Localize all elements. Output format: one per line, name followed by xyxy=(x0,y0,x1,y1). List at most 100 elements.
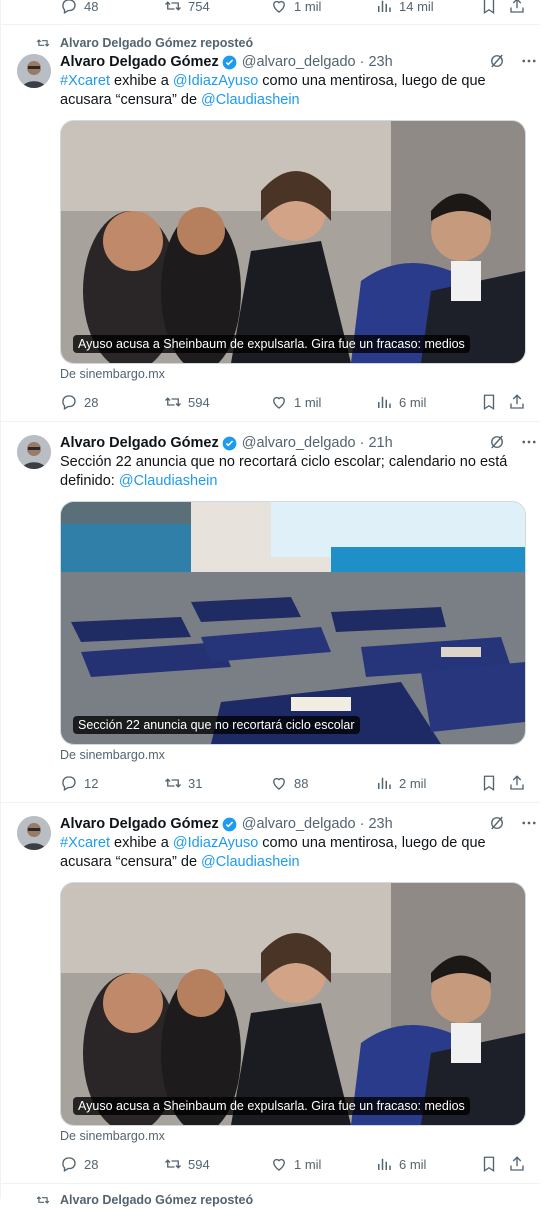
bookmark-button[interactable] xyxy=(480,392,498,412)
repost-icon xyxy=(165,1,181,11)
avatar[interactable] xyxy=(17,54,51,88)
scroll-rail[interactable] xyxy=(540,0,552,1199)
hashtag-link[interactable]: #Xcaret xyxy=(60,73,110,89)
card-source[interactable]: De sinembargo.mx xyxy=(60,367,165,381)
mention-link[interactable]: @IdiazAyuso xyxy=(173,73,258,89)
grok-icon[interactable] xyxy=(488,814,506,832)
bookmark-button[interactable] xyxy=(480,0,498,16)
mention-link[interactable]: @Claudiashein xyxy=(201,92,300,108)
like-button[interactable]: 1 mil xyxy=(270,1154,321,1174)
tweet-header: Alvaro Delgado Gómez @alvaro_delgado · 2… xyxy=(60,433,538,453)
author-handle[interactable]: @alvaro_delgado xyxy=(242,435,356,451)
repost-indicator: Alvaro Delgado Gómez reposteó xyxy=(36,1191,253,1209)
reply-button[interactable]: 28 xyxy=(60,392,98,412)
link-card[interactable]: Ayuso acusa a Sheinbaum de expulsarla. G… xyxy=(60,882,526,1126)
like-button[interactable]: 1 mil xyxy=(270,0,321,16)
author-name[interactable]: Alvaro Delgado Gómez xyxy=(60,435,219,451)
reply-icon xyxy=(62,1157,76,1172)
like-button[interactable]: 88 xyxy=(270,773,308,793)
tweet-text: Sección 22 anuncia que no recortará cicl… xyxy=(60,454,508,489)
views-count: 6 mil xyxy=(399,1156,427,1172)
mention-link[interactable]: @Claudiashein xyxy=(119,473,218,489)
bookmark-button[interactable] xyxy=(480,773,498,793)
grok-icon[interactable] xyxy=(488,433,506,451)
author-handle[interactable]: @alvaro_delgado xyxy=(242,816,356,832)
repost-count: 594 xyxy=(188,1156,210,1172)
author-handle[interactable]: @alvaro_delgado xyxy=(242,54,356,70)
views-icon xyxy=(378,1158,391,1170)
views-count: 2 mil xyxy=(399,775,427,791)
share-button[interactable] xyxy=(508,392,526,412)
reply-count: 28 xyxy=(84,1156,99,1172)
share-button[interactable] xyxy=(508,1154,526,1174)
verified-badge-icon xyxy=(222,817,237,831)
divider xyxy=(0,802,540,803)
views-count: 14 mil xyxy=(399,0,434,14)
card-caption: Ayuso acusa a Sheinbaum de expulsarla. G… xyxy=(73,1097,470,1115)
repost-icon xyxy=(36,1196,50,1204)
like-button[interactable]: 1 mil xyxy=(270,392,321,412)
reply-icon xyxy=(62,395,76,410)
tweet-actions: 12 31 88 2 mil xyxy=(60,773,526,793)
repost-label[interactable]: Alvaro Delgado Gómez reposteó xyxy=(60,1193,253,1207)
repost-icon xyxy=(165,778,181,788)
repost-icon xyxy=(165,397,181,407)
views-button[interactable]: 2 mil xyxy=(375,773,426,793)
timestamp[interactable]: · 23h xyxy=(360,816,393,832)
views-icon xyxy=(378,396,391,408)
link-card[interactable]: Ayuso acusa a Sheinbaum de expulsarla. G… xyxy=(60,120,526,364)
link-card[interactable]: Sección 22 anuncia que no recortará cicl… xyxy=(60,501,526,745)
verified-badge-icon xyxy=(222,55,237,69)
more-options-icon[interactable] xyxy=(520,433,538,451)
divider xyxy=(0,1183,540,1184)
repost-icon xyxy=(165,1159,181,1169)
repost-label[interactable]: Alvaro Delgado Gómez reposteó xyxy=(60,36,253,50)
mention-link[interactable]: @IdiazAyuso xyxy=(173,835,258,851)
tweet-header: Alvaro Delgado Gómez @alvaro_delgado · 2… xyxy=(60,52,538,72)
like-count: 1 mil xyxy=(294,394,322,410)
avatar[interactable] xyxy=(17,435,51,469)
bookmark-button[interactable] xyxy=(480,1154,498,1174)
divider xyxy=(0,421,540,422)
views-button[interactable]: 6 mil xyxy=(375,1154,426,1174)
bookmark-icon xyxy=(483,775,495,792)
share-icon xyxy=(510,394,524,409)
author-name[interactable]: Alvaro Delgado Gómez xyxy=(60,816,219,832)
more-options-icon[interactable] xyxy=(520,52,538,70)
avatar[interactable] xyxy=(17,816,51,850)
card-source[interactable]: De sinembargo.mx xyxy=(60,1129,165,1143)
card-source[interactable]: De sinembargo.mx xyxy=(60,748,165,762)
verified-badge-icon xyxy=(222,436,237,450)
repost-button[interactable]: 31 xyxy=(164,773,202,793)
heart-icon xyxy=(273,1158,285,1171)
views-button[interactable]: 6 mil xyxy=(375,392,426,412)
reply-button[interactable]: 12 xyxy=(60,773,98,793)
bookmark-icon xyxy=(483,394,495,411)
card-caption: Sección 22 anuncia que no recortará cicl… xyxy=(73,716,360,734)
hashtag-link[interactable]: #Xcaret xyxy=(60,835,110,851)
repost-button[interactable]: 594 xyxy=(164,1154,210,1174)
author-name[interactable]: Alvaro Delgado Gómez xyxy=(60,54,219,70)
grok-icon[interactable] xyxy=(488,52,506,70)
repost-count: 754 xyxy=(188,0,210,14)
views-icon xyxy=(378,0,391,12)
timestamp[interactable]: · 21h xyxy=(360,435,393,451)
more-options-icon[interactable] xyxy=(520,814,538,832)
top-tweet-actions: 48 754 1 mil 14 mil xyxy=(60,0,526,16)
tweet-text: #Xcaret exhibe a @IdiazAyuso como una me… xyxy=(60,73,486,108)
views-button[interactable]: 14 mil xyxy=(375,0,434,16)
reply-button[interactable]: 28 xyxy=(60,1154,98,1174)
share-button[interactable] xyxy=(508,0,526,16)
timestamp[interactable]: · 23h xyxy=(360,54,393,70)
like-count: 88 xyxy=(294,775,309,791)
repost-button[interactable]: 594 xyxy=(164,392,210,412)
like-count: 1 mil xyxy=(294,0,322,14)
tweet-text: #Xcaret exhibe a @IdiazAyuso como una me… xyxy=(60,835,486,870)
repost-button[interactable]: 754 xyxy=(164,0,210,16)
share-button[interactable] xyxy=(508,773,526,793)
share-icon xyxy=(510,775,524,790)
heart-icon xyxy=(273,0,285,13)
mention-link[interactable]: @Claudiashein xyxy=(201,854,300,870)
reply-button[interactable]: 48 xyxy=(60,0,98,16)
card-image xyxy=(61,502,525,744)
